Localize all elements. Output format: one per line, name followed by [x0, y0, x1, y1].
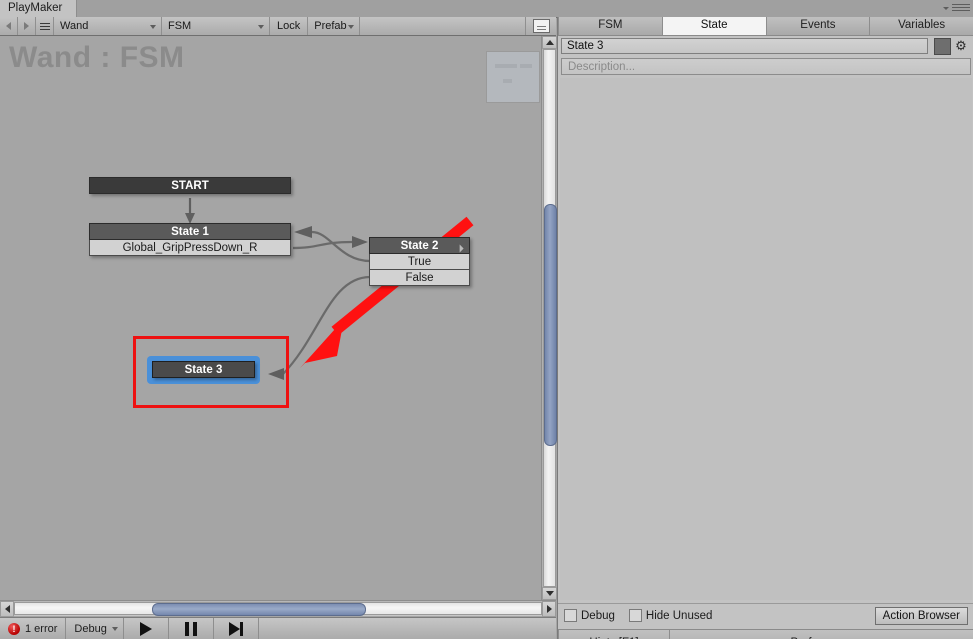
checkbox-box: [564, 609, 577, 622]
tab-events[interactable]: Events: [766, 17, 871, 35]
caret-right-icon: [546, 605, 552, 613]
pause-icon: [184, 621, 197, 636]
lock-button[interactable]: Lock: [270, 17, 309, 35]
fsm-dropdown-label: FSM: [168, 20, 192, 32]
error-count-label: 1 error: [25, 622, 58, 635]
state-color-swatch[interactable]: [934, 37, 951, 55]
pause-button[interactable]: [169, 618, 214, 639]
action-browser-button[interactable]: Action Browser: [874, 606, 968, 625]
vscroll-thumb[interactable]: [544, 204, 557, 446]
lock-label: Lock: [277, 20, 301, 32]
prefab-dropdown[interactable]: Prefab: [308, 17, 361, 35]
caret-left-icon: [4, 605, 10, 613]
fsm-graph-canvas[interactable]: Wand : FSM START State 1 Global_GripPres…: [0, 36, 541, 600]
preferences-button[interactable]: Preferences: [670, 630, 973, 639]
tab-fsm[interactable]: FSM: [558, 17, 663, 35]
arrow-left-icon: [6, 22, 11, 30]
status-bar: ! 1 error Debug: [0, 617, 556, 639]
transition-edges: [185, 198, 474, 380]
chevron-down-icon: [111, 627, 118, 631]
graph-horizontal-scrollbar[interactable]: [0, 600, 556, 617]
inspector-options-row: Debug Hide Unused Action Browser: [558, 603, 973, 627]
step-forward-icon: [228, 621, 243, 636]
error-status[interactable]: ! 1 error: [0, 618, 67, 639]
toolbar-spacer: [360, 17, 525, 35]
graph-vertical-scrollbar[interactable]: [541, 36, 557, 600]
status-bar-spacer: [259, 618, 556, 639]
inspector-footer: Hints [F1] Preferences: [558, 629, 973, 639]
state-name-input[interactable]: State 3: [561, 38, 928, 54]
state-event-row[interactable]: True: [369, 254, 470, 270]
state-node-state-1[interactable]: State 1 Global_GripPressDown_R: [89, 223, 291, 256]
chevron-down-icon: [348, 25, 355, 29]
tab-variables[interactable]: Variables: [870, 17, 973, 35]
layout-toggle-button[interactable]: [525, 17, 556, 35]
state-event-row[interactable]: Global_GripPressDown_R: [89, 240, 291, 256]
play-icon: [139, 621, 152, 636]
scroll-up-button[interactable]: [542, 36, 557, 49]
window-menu-icon[interactable]: [943, 2, 970, 15]
prefab-label: Prefab: [314, 20, 347, 32]
state-node-title: State 2 ⏵: [369, 237, 470, 255]
step-button[interactable]: [214, 618, 259, 639]
toolbar-menu-button[interactable]: [36, 17, 54, 35]
tab-state[interactable]: State: [662, 17, 767, 35]
minimap[interactable]: [486, 51, 540, 103]
play-button[interactable]: [124, 618, 169, 639]
broadcast-icon: ⏵: [458, 243, 465, 255]
inspector-tabs: FSM State Events Variables: [558, 17, 973, 36]
hamburger-menu-icon: [39, 21, 50, 32]
gear-icon[interactable]: ⚙: [951, 38, 971, 54]
scroll-left-button[interactable]: [0, 601, 14, 617]
hide-unused-checkbox[interactable]: Hide Unused: [628, 609, 713, 622]
chevron-down-icon: [258, 25, 264, 29]
hints-button[interactable]: Hints [F1]: [558, 630, 670, 639]
state-description-input[interactable]: Description...: [561, 58, 971, 75]
state-node-start[interactable]: START: [89, 177, 291, 194]
state-node-state-2[interactable]: State 2 ⏵ True False: [369, 237, 470, 286]
inspector-actions-area[interactable]: [560, 78, 972, 600]
playmaker-window: PlayMaker Wand FSM Lock Prefab Wand: FS…: [0, 0, 973, 639]
checkbox-box: [628, 609, 642, 622]
debug-checkbox[interactable]: Debug: [564, 609, 615, 622]
state-node-title: START: [89, 177, 291, 194]
caret-up-icon: [545, 40, 554, 45]
layout-panel-icon: [532, 19, 550, 33]
state-node-title: State 1: [89, 223, 291, 240]
state-node-state-3[interactable]: State 3: [152, 361, 255, 378]
debug-checkbox-label: Debug: [581, 609, 615, 622]
target-object-dropdown[interactable]: Wand: [54, 17, 162, 35]
scroll-down-button[interactable]: [542, 587, 557, 600]
state-node-title-text: State 2: [400, 240, 439, 252]
debug-dropdown[interactable]: Debug: [66, 618, 124, 639]
target-object-label: Wand: [60, 20, 89, 32]
fsm-dropdown[interactable]: FSM: [162, 17, 270, 35]
caret-down-icon: [545, 591, 554, 596]
back-button[interactable]: [0, 17, 18, 35]
scroll-right-button[interactable]: [542, 601, 556, 617]
error-icon: !: [8, 622, 20, 635]
inspector-panel: FSM State Events Variables State 3 ⚙ Des…: [557, 17, 973, 639]
arrow-right-icon: [24, 22, 29, 30]
state-event-row[interactable]: False: [369, 270, 470, 286]
debug-dropdown-label: Debug: [74, 622, 107, 635]
state-name-row: State 3 ⚙: [561, 37, 971, 55]
state-node-state-3-wrapper: State 3: [147, 356, 260, 384]
tab-playmaker[interactable]: PlayMaker: [0, 0, 78, 17]
graph-title: Wand : FSM: [9, 41, 185, 74]
hscroll-thumb[interactable]: [152, 603, 366, 616]
forward-button[interactable]: [18, 17, 36, 35]
chevron-down-icon: [150, 25, 156, 29]
window-tabstrip: PlayMaker: [0, 0, 973, 18]
graph-toolbar: Wand FSM Lock Prefab: [0, 17, 556, 36]
hide-unused-checkbox-label: Hide Unused: [645, 609, 713, 622]
state-node-title: State 3: [152, 361, 255, 378]
